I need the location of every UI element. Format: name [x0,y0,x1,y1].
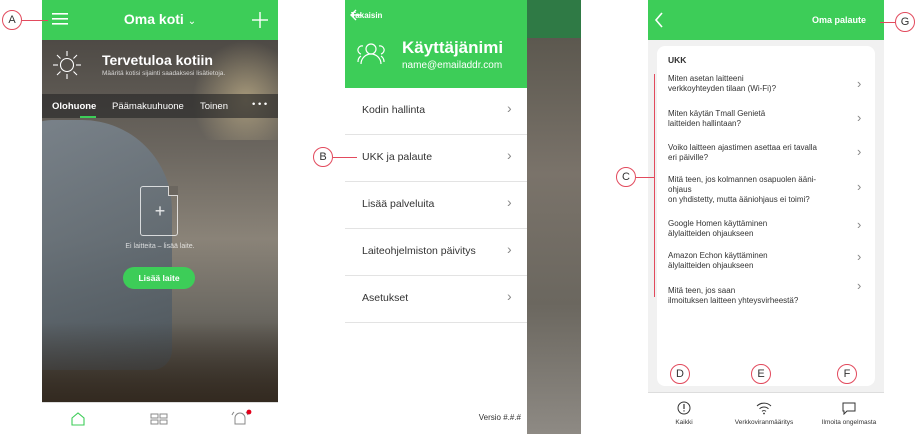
menu-item-faq-feedback[interactable]: UKK ja palaute › [345,135,527,182]
callout-d: D [670,364,690,384]
my-feedback-button[interactable]: Oma palaute [812,15,866,25]
chevron-right-icon: › [857,110,862,125]
chevron-down-icon: ⌄ [187,16,197,27]
faq-item[interactable]: Amazon Echon käyttäminen älylaitteiden o… [668,251,848,271]
active-tab-indicator [80,116,96,118]
notifications-tab-icon[interactable] [230,409,252,429]
back-button[interactable]: Takaisin [351,11,382,20]
wifi-icon [756,402,772,415]
chevron-right-icon: › [857,179,862,194]
menu-screen: Takaisin Käyttäjänimi name@emailaddr.com… [345,0,581,434]
app-version: Versio #.#.# [478,413,521,422]
home-title: Oma koti [123,11,184,27]
chevron-right-icon: › [507,100,512,116]
chevron-right-icon: › [507,194,512,210]
callout-g: G [895,12,915,32]
tab-other[interactable]: Toinen [200,101,228,112]
room-background: Tervetuloa kotiin Määritä kotisi sijaint… [42,40,278,402]
faq-card: UKK Miten asetan laitteeni verkkoyhteyde… [657,46,875,386]
welcome-banner: Tervetuloa kotiin Määritä kotisi sijaint… [42,40,278,88]
callout-a-line [22,20,48,21]
chevron-right-icon: › [857,278,862,293]
menu-item-firmware-update[interactable]: Laiteohjelmiston päivitys › [345,229,527,276]
sun-icon [53,51,81,79]
welcome-subtitle[interactable]: Määritä kotisi sijainti saadaksesi lisät… [102,70,225,77]
chevron-right-icon: › [857,76,862,91]
username: Käyttäjänimi [402,38,504,57]
add-device-button[interactable]: Lisää laite [123,267,195,289]
callout-b-line [333,157,357,158]
menu-item-label: Laiteohjelmiston päivitys [362,245,476,257]
chevron-right-icon: › [857,249,862,264]
more-icon[interactable]: • • • [252,99,267,110]
faq-item[interactable]: Miten asetan laitteeni verkkoyhteyden ti… [668,74,848,94]
network-config-label: Verkkoviranmääritys [734,419,794,426]
dimmed-home-background [527,0,581,434]
report-problem-label: Ilmoita ongelmasta [821,419,877,426]
all-tab[interactable]: Kaikki [656,393,712,434]
home-header: Oma koti ⌄ [42,0,278,40]
chevron-right-icon: › [857,144,862,159]
menu-item-settings[interactable]: Asetukset › [345,276,527,323]
callout-c-bracket [654,74,655,297]
menu-item-more-services[interactable]: Lisää palveluita › [345,182,527,229]
callout-e: E [751,364,771,384]
room-tabs: Olohuone Päämakuuhuone Toinen • • • [42,94,278,118]
welcome-title: Tervetuloa kotiin [102,52,213,68]
chevron-right-icon: › [507,147,512,163]
chevron-right-icon: › [857,217,862,232]
callout-b: B [313,147,333,167]
chevron-right-icon: › [507,241,512,257]
menu-header: Takaisin Käyttäjänimi name@emailaddr.com [345,0,527,88]
menu-item-label: Asetukset [362,292,409,304]
chevron-right-icon: › [507,288,512,304]
all-tab-label: Kaikki [675,419,693,426]
callout-c-line [636,177,654,178]
faq-item[interactable]: Google Homen käyttäminen älylaitteiden o… [668,219,848,239]
tab-living-room[interactable]: Olohuone [52,101,96,112]
back-chevron-icon[interactable] [654,12,664,28]
callout-g-line [880,22,895,23]
callout-f: F [837,364,857,384]
home-tab-icon[interactable] [70,411,86,427]
home-selector[interactable]: Oma koti ⌄ [42,11,278,27]
faq-section-title: UKK [668,55,687,65]
bottom-tabbar [42,402,278,434]
menu-item-home-management[interactable]: Kodin hallinta › [345,88,527,135]
user-email: name@emailaddr.com [402,60,503,71]
menu-item-label: Lisää palveluita [362,198,435,210]
chat-bubble-icon [842,402,856,415]
faq-item[interactable]: Mitä teen, jos saan ilmoituksen laitteen… [668,286,848,306]
side-menu: Takaisin Käyttäjänimi name@emailaddr.com… [345,0,527,434]
callout-a: A [2,10,22,30]
callout-c: C [616,167,636,187]
floor-shade [42,322,278,402]
feedback-bottom-bar: Kaikki Verkkoviranmääritys Ilmoita ongel… [648,392,884,434]
empty-device-icon: + [140,186,178,236]
report-problem-tab[interactable]: Ilmoita ongelmasta [814,393,884,434]
faq-item[interactable]: Voiko laitteen ajastimen asettaa eri tav… [668,143,848,163]
menu-item-label: Kodin hallinta [362,104,426,116]
faq-item[interactable]: Mitä teen, jos kolmannen osapuolen ääni-… [668,175,848,205]
user-profile-icon [357,43,385,65]
add-icon[interactable] [252,12,268,28]
feedback-header: Oma palaute [648,0,884,40]
devices-tab-icon[interactable] [150,413,168,425]
home-screen: Oma koti ⌄ Tervetuloa kotiin Määritä kot… [42,0,278,434]
network-config-tab[interactable]: Verkkoviranmääritys [718,393,810,434]
menu-item-label: UKK ja palaute [362,151,433,163]
empty-state-text: Ei laitteita – lisää laite. [125,243,195,250]
tab-master-bedroom[interactable]: Päämakuuhuone [112,101,184,112]
info-circle-icon [677,401,691,415]
faq-item[interactable]: Miten käytän Tmall Genietä laitteiden ha… [668,109,848,129]
